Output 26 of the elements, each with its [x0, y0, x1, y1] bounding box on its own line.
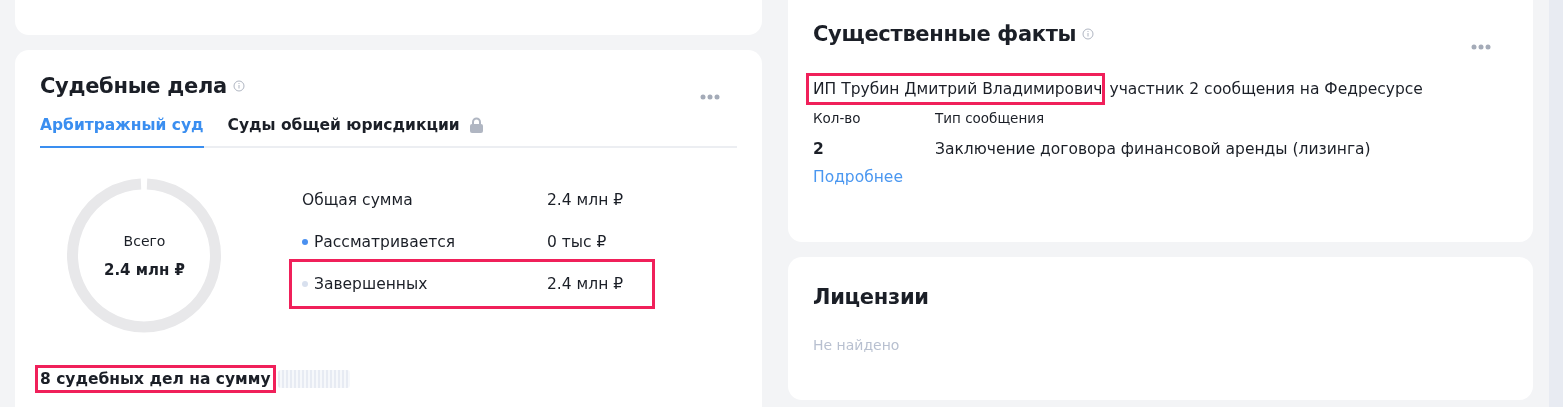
total-value: 2.4 млн ₽ — [103, 260, 186, 279]
row-value: 2.4 млн ₽ — [547, 191, 624, 209]
card-title: Судебные дела — [40, 74, 227, 98]
fact-text: участник 2 сообщения на Федресурсе — [1109, 80, 1423, 98]
tab[interactable]: Суды общей юрисдикции — [227, 110, 483, 148]
cases-summary: 8 судебных дел на сумму — [35, 365, 276, 393]
total-label: Всего — [123, 232, 166, 249]
row-value: 2.4 млн ₽ — [547, 275, 624, 293]
column-header: Кол-во — [813, 110, 862, 126]
table-cell-text: Заключение договора финансовой аренды (лизинга) — [935, 140, 1372, 158]
row-label: Рассматривается — [314, 233, 456, 251]
more-icon[interactable] — [1471, 44, 1491, 50]
column-header: Тип сообщения — [935, 110, 1046, 126]
more-icon[interactable] — [700, 94, 720, 100]
info-icon[interactable] — [232, 80, 245, 92]
empty-message: Не найдено — [813, 337, 901, 353]
row-label: Завершенных — [314, 275, 428, 293]
company-name: ИП Трубин Дмитрий Владимирович — [806, 73, 1106, 105]
more-link[interactable]: Подробнее — [813, 168, 903, 186]
card-title: Существенные факты — [813, 22, 1077, 46]
card-title: Лицензии — [813, 285, 930, 309]
table-cell-text: 2 — [813, 140, 825, 158]
info-icon[interactable] — [1082, 28, 1095, 40]
tab[interactable]: Арбитражный суд — [40, 110, 204, 148]
row-label: Общая сумма — [302, 191, 413, 209]
row-value: 0 тыс ₽ — [547, 233, 607, 251]
